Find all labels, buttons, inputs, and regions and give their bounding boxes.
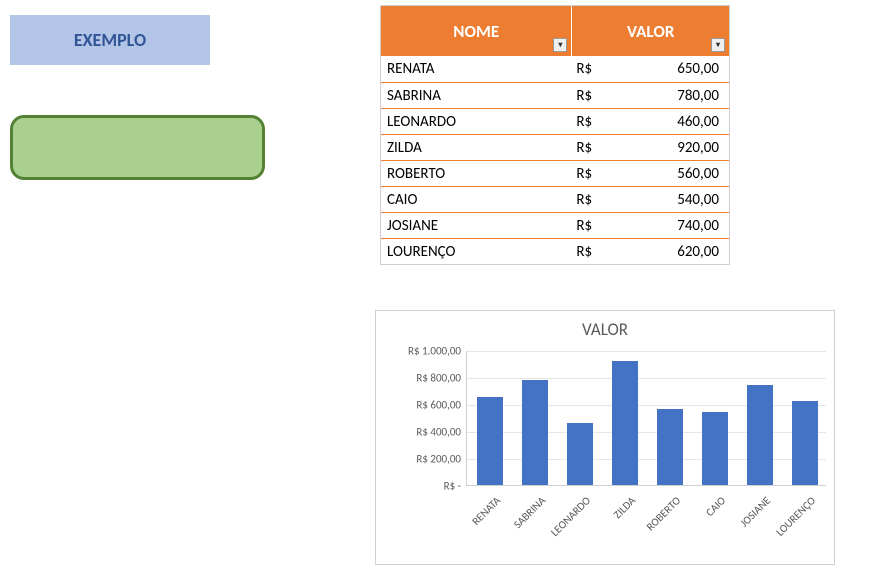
chart-bar: [657, 409, 683, 485]
cell-valor-text: 920,00: [677, 139, 719, 157]
chart-bar: [792, 401, 818, 485]
exemplo-label: EXEMPLO: [74, 29, 146, 51]
cell-nome-text: JOSIANE: [387, 217, 438, 235]
x-axis-label: ZILDA: [590, 494, 638, 542]
cell-valor-text: 560,00: [677, 165, 719, 183]
data-table: NOME ▾ VALOR ▾ RENATA R$ 650,00 SABRINA R$ 78…: [380, 5, 730, 265]
cell-nome-text: SABRINA: [387, 87, 441, 105]
chart-bar: [567, 423, 593, 485]
column-header-nome-label: NOME: [453, 21, 499, 42]
cell-nome[interactable]: LEONARDO: [381, 109, 572, 134]
cell-valor-text: 780,00: [677, 87, 719, 105]
currency-symbol: R$: [576, 60, 592, 78]
currency-symbol: R$: [576, 191, 592, 209]
y-axis-label: R$ 400,00: [391, 426, 461, 439]
cell-nome[interactable]: ZILDA: [381, 135, 572, 160]
table-row[interactable]: RENATA R$ 650,00: [381, 56, 729, 82]
gridline: [467, 351, 826, 352]
x-axis-label: LOURENÇO: [770, 494, 818, 542]
cell-valor-text: 540,00: [677, 191, 719, 209]
table-header-row: NOME ▾ VALOR ▾: [381, 6, 729, 56]
chart-bar: [612, 361, 638, 485]
cell-valor[interactable]: R$ 920,00: [572, 135, 729, 160]
exemplo-box: EXEMPLO: [10, 15, 210, 65]
chart-bar: [702, 412, 728, 485]
x-axis-label: SABRINA: [500, 494, 548, 542]
table-row[interactable]: CAIO R$ 540,00: [381, 186, 729, 212]
cell-valor-text: 740,00: [677, 217, 719, 235]
chart-title: VALOR: [376, 319, 834, 340]
table-row[interactable]: SABRINA R$ 780,00: [381, 82, 729, 108]
cell-nome[interactable]: JOSIANE: [381, 213, 572, 238]
cell-nome[interactable]: CAIO: [381, 187, 572, 212]
cell-nome[interactable]: SABRINA: [381, 83, 572, 108]
cell-nome[interactable]: LOURENÇO: [381, 239, 572, 264]
cell-nome[interactable]: RENATA: [381, 56, 572, 82]
cell-nome[interactable]: ROBERTO: [381, 161, 572, 186]
y-axis-label: R$ 600,00: [391, 399, 461, 412]
table-row[interactable]: ZILDA R$ 920,00: [381, 134, 729, 160]
column-header-nome[interactable]: NOME ▾: [381, 6, 572, 56]
column-header-valor-label: VALOR: [627, 21, 674, 42]
cell-valor-text: 460,00: [677, 113, 719, 131]
y-axis-label: R$ 1.000,00: [391, 345, 461, 358]
cell-nome-text: ROBERTO: [387, 165, 445, 183]
cell-valor-text: 620,00: [677, 243, 719, 261]
x-axis-label: RENATA: [455, 494, 503, 542]
x-axis-label: JOSIANE: [725, 494, 773, 542]
cell-nome-text: ZILDA: [387, 139, 422, 157]
x-axis-label: LEONARDO: [545, 494, 593, 542]
currency-symbol: R$: [576, 139, 592, 157]
currency-symbol: R$: [576, 217, 592, 235]
currency-symbol: R$: [576, 87, 592, 105]
x-axis-label: ROBERTO: [635, 494, 683, 542]
table-row[interactable]: ROBERTO R$ 560,00: [381, 160, 729, 186]
cell-nome-text: RENATA: [387, 60, 434, 78]
chart-bar: [477, 397, 503, 485]
green-shape: [10, 115, 265, 180]
y-axis-label: R$ 200,00: [391, 453, 461, 466]
table-row[interactable]: JOSIANE R$ 740,00: [381, 212, 729, 238]
cell-valor[interactable]: R$ 740,00: [572, 213, 729, 238]
cell-valor[interactable]: R$ 560,00: [572, 161, 729, 186]
table-row[interactable]: LEONARDO R$ 460,00: [381, 108, 729, 134]
chart-bar: [747, 385, 773, 485]
cell-nome-text: LOURENÇO: [387, 243, 455, 261]
x-axis-label: CAIO: [680, 494, 728, 542]
y-axis-label: R$ 800,00: [391, 372, 461, 385]
currency-symbol: R$: [576, 243, 592, 261]
column-header-valor[interactable]: VALOR ▾: [572, 6, 729, 56]
chart-bar: [522, 380, 548, 485]
currency-symbol: R$: [576, 165, 592, 183]
cell-valor[interactable]: R$ 540,00: [572, 187, 729, 212]
filter-dropdown-icon[interactable]: ▾: [711, 38, 725, 52]
cell-nome-text: LEONARDO: [387, 113, 456, 131]
cell-valor[interactable]: R$ 780,00: [572, 83, 729, 108]
filter-dropdown-icon[interactable]: ▾: [553, 38, 567, 52]
chart-plot-area: [466, 351, 826, 486]
cell-valor[interactable]: R$ 620,00: [572, 239, 729, 264]
cell-valor[interactable]: R$ 650,00: [572, 56, 729, 82]
cell-valor[interactable]: R$ 460,00: [572, 109, 729, 134]
currency-symbol: R$: [576, 113, 592, 131]
table-row[interactable]: LOURENÇO R$ 620,00: [381, 238, 729, 264]
bar-chart[interactable]: VALOR R$ - R$ 200,00 R$ 400,00 R$ 600,00 R$ …: [375, 310, 835, 565]
cell-valor-text: 650,00: [677, 60, 719, 78]
y-axis-label: R$ -: [391, 480, 461, 493]
cell-nome-text: CAIO: [387, 191, 417, 209]
